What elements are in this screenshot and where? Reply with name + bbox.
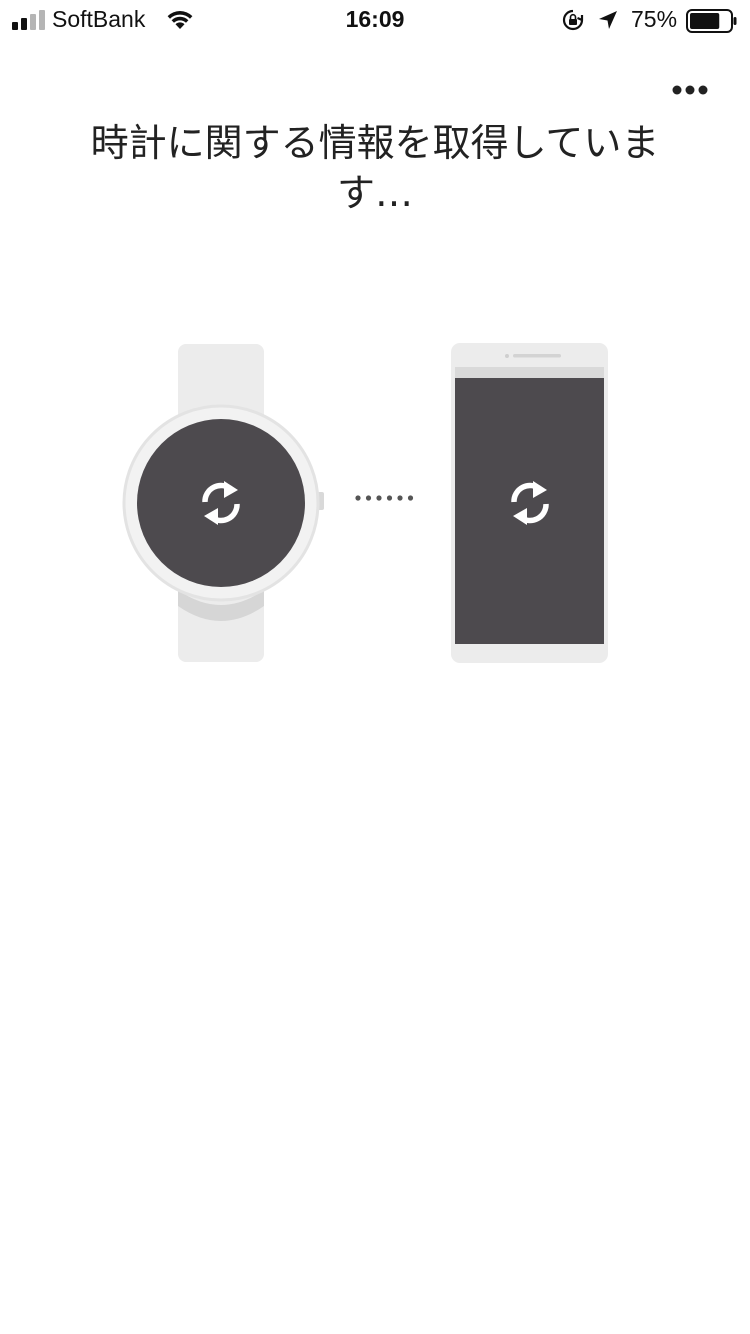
battery-icon xyxy=(686,9,737,33)
location-arrow-icon xyxy=(599,11,617,29)
page-title: 時計に関する情報を取得しています… xyxy=(90,121,660,215)
phone-screen xyxy=(455,378,604,644)
signal-strength-icon xyxy=(12,10,48,30)
watch-screen xyxy=(137,419,305,587)
rotation-lock-icon xyxy=(562,9,584,31)
dotted-connection-icon xyxy=(355,495,414,501)
more-options-button[interactable] xyxy=(662,72,718,108)
sync-illustration xyxy=(122,343,608,663)
watch-illustration xyxy=(122,344,324,662)
battery-percentage: 75% xyxy=(631,6,678,32)
wifi-icon xyxy=(167,10,193,29)
phone-illustration xyxy=(451,343,608,663)
carrier-name: SoftBank xyxy=(52,6,146,32)
status-bar: SoftBank 16:09 75% xyxy=(0,0,750,40)
